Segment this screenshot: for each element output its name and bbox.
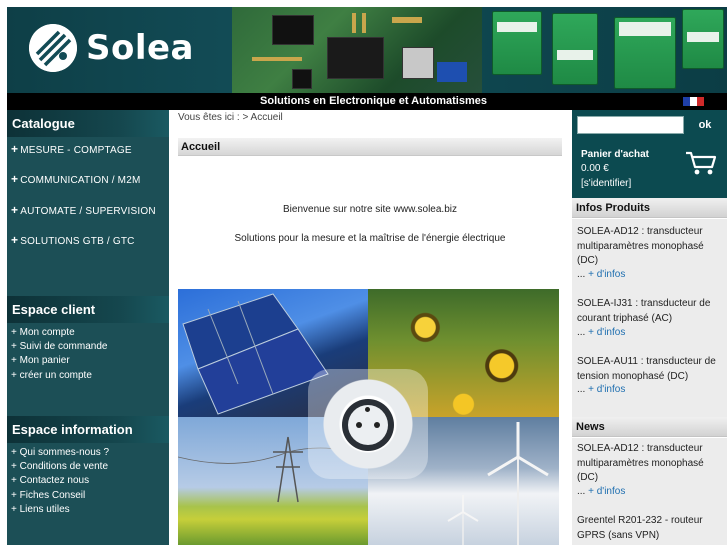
plus-icon: + xyxy=(11,203,19,217)
page: Solea Solutions en Electronique et Autom… xyxy=(0,0,727,545)
power-socket-image xyxy=(308,369,428,479)
news-panel: SOLEA-AD12 : transducteur multiparamètre… xyxy=(572,438,727,545)
din-module-images xyxy=(482,7,727,93)
plus-icon: + xyxy=(11,233,19,247)
site-tagline: Solutions en Electronique et Automatisme… xyxy=(260,95,487,107)
cart-icon[interactable] xyxy=(685,150,717,179)
link-suivi-commande[interactable]: + Suivi de commande xyxy=(11,341,107,352)
catalogue-item-automate[interactable]: + AUTOMATE / SUPERVISION xyxy=(11,203,156,217)
infos-produits-panel: SOLEA-AD12 : transducteur multiparamètre… xyxy=(572,219,727,418)
plus-icon: + xyxy=(11,172,19,186)
right-sidebar: ok Panier d'achat 0.00 € [s'identifier] … xyxy=(572,110,727,545)
tagline-text: Solutions pour la mesure et la maîtrise … xyxy=(234,233,506,244)
energy-collage-image xyxy=(178,289,559,545)
french-flag-icon[interactable] xyxy=(683,97,704,106)
left-sidebar: Catalogue + MESURE - COMPTAGE + COMMUNICAT… xyxy=(7,110,169,545)
logo-text: Solea xyxy=(86,28,195,68)
page-title: Accueil xyxy=(178,138,562,156)
catalogue-item-mesure[interactable]: + MESURE - COMPTAGE xyxy=(11,142,132,156)
more-info-link[interactable]: ... + d'infos xyxy=(577,269,625,280)
product-info-item: SOLEA-AU11 : transducteur de tension mon… xyxy=(577,356,716,382)
espace-client-heading: Espace client xyxy=(7,296,169,323)
catalogue-heading: Catalogue xyxy=(7,110,169,137)
news-item: Greentel R201-232 - routeur GPRS (sans V… xyxy=(577,515,703,541)
search-input[interactable] xyxy=(577,116,684,134)
product-info-item: SOLEA-AD12 : transducteur multiparamètre… xyxy=(577,226,704,266)
product-info-item: SOLEA-IJ31 : transducteur de courant tri… xyxy=(577,298,711,324)
link-qui-sommes-nous[interactable]: + Qui sommes-nous ? xyxy=(11,447,109,458)
link-mon-panier[interactable]: + Mon panier xyxy=(11,355,70,366)
cart-title[interactable]: Panier d'achat xyxy=(581,149,649,160)
more-info-link[interactable]: ... + d'infos xyxy=(577,384,625,395)
catalogue-item-solutions[interactable]: + SOLUTIONS GTB / GTC xyxy=(11,233,135,247)
search-cart-panel: ok Panier d'achat 0.00 € [s'identifier] xyxy=(572,110,727,198)
link-liens-utiles[interactable]: + Liens utiles xyxy=(11,504,70,515)
header-banner: Solea xyxy=(7,7,727,93)
nav-bar: Solutions en Electronique et Automatisme… xyxy=(7,93,727,110)
link-fiches-conseil[interactable]: + Fiches Conseil xyxy=(11,490,85,501)
more-info-link[interactable]: ... + d'infos xyxy=(577,327,625,338)
news-item: SOLEA-AD12 : transducteur multiparamètre… xyxy=(577,443,704,483)
link-mon-compte[interactable]: + Mon compte xyxy=(11,327,75,338)
search-ok-button[interactable]: ok xyxy=(688,116,722,134)
catalogue-item-communication[interactable]: + COMMUNICATION / M2M xyxy=(11,172,141,186)
link-creer-compte[interactable]: + créer un compte xyxy=(11,370,92,381)
logo[interactable]: Solea xyxy=(29,24,194,72)
news-heading: News xyxy=(572,417,727,437)
welcome-text: Bienvenue sur notre site www.solea.biz xyxy=(283,204,457,215)
infos-produits-heading: Infos Produits xyxy=(572,198,727,218)
espace-information-heading: Espace information xyxy=(7,416,169,443)
cart-amount: 0.00 € xyxy=(581,163,609,174)
link-conditions-vente[interactable]: + Conditions de vente xyxy=(11,461,108,472)
solea-logo-icon xyxy=(29,24,77,72)
plus-icon: + xyxy=(11,142,19,156)
more-info-link[interactable]: ... + d'infos xyxy=(577,486,625,497)
login-link[interactable]: [s'identifier] xyxy=(581,178,631,189)
link-contactez-nous[interactable]: + Contactez nous xyxy=(11,475,89,486)
circuit-board-image xyxy=(232,7,482,93)
breadcrumb[interactable]: Vous êtes ici : > Accueil xyxy=(178,112,283,123)
